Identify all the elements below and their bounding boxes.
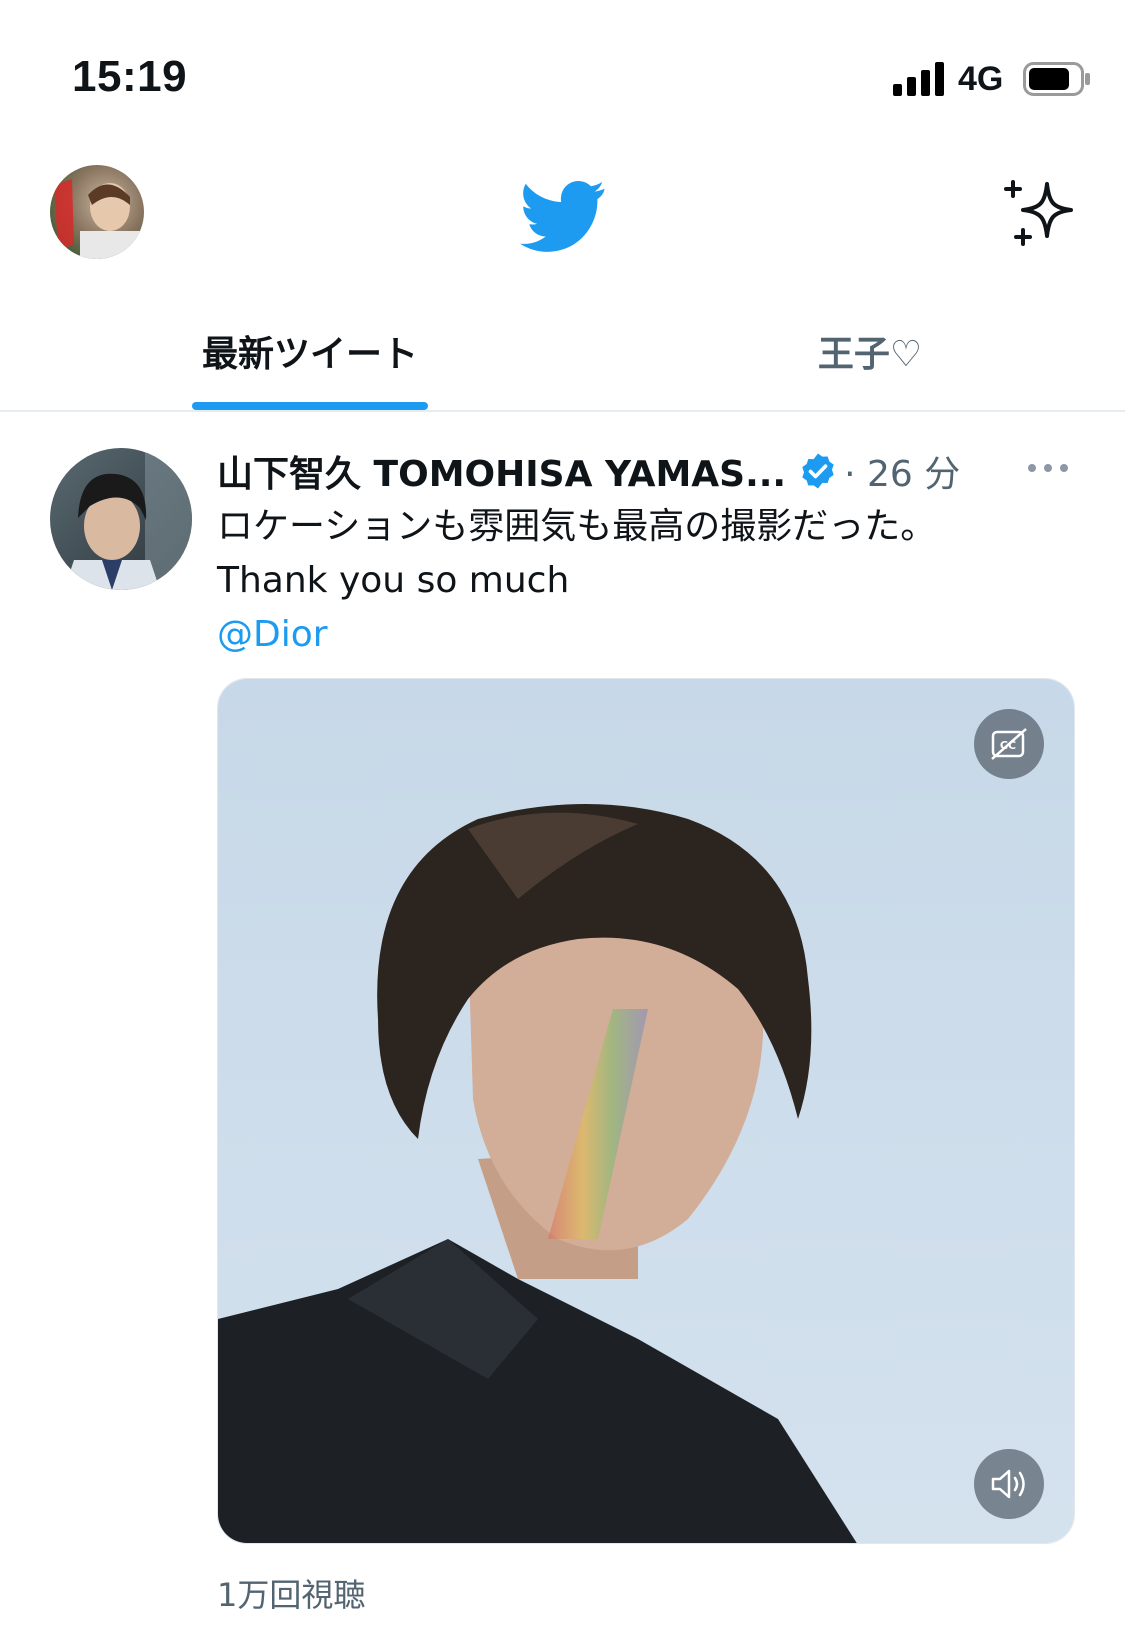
mention-link[interactable]: @Dior [217,608,1077,662]
verified-badge-icon [802,453,834,489]
tab-selected-indicator [192,402,428,410]
author-name[interactable]: 山下智久 TOMOHISA YAMAS... [217,445,786,497]
view-count: 1万回視聴 [217,1576,366,1614]
profile-avatar[interactable] [50,165,144,259]
timeline-tabs: 最新ツイート 王子♡ [0,290,1125,412]
tweet-text: ロケーションも雰囲気も最高の撮影だった。 Thank you so much @… [217,500,1077,662]
tweet-header: 山下智久 TOMOHISA YAMAS... · 26 分 [217,442,987,500]
sparkle-icon[interactable] [1003,178,1079,250]
network-label: 4G [958,60,1004,98]
closed-captions-button[interactable]: CC [974,709,1044,779]
signal-bars-icon [893,62,944,96]
author-photo [50,448,192,590]
tab-prince[interactable]: 王子♡ [760,290,980,412]
tweet-timestamp: · 26 分 [844,454,961,495]
video-frame [218,679,1074,1543]
tweet[interactable]: 山下智久 TOMOHISA YAMAS... · 26 分 ロケーションも雰囲気… [0,412,1125,1628]
battery-icon [1023,62,1090,96]
tweet-video[interactable]: CC [217,678,1075,1544]
status-bar: 15:19 4G [0,0,1125,150]
more-options-icon[interactable] [1026,458,1070,478]
tweet-text-line-2: Thank you so much [217,560,570,601]
volume-button[interactable] [974,1449,1044,1519]
author-avatar[interactable] [50,448,192,590]
status-time: 15:19 [72,52,188,101]
tweet-text-line-1: ロケーションも雰囲気も最高の撮影だった。 [217,506,937,547]
volume-icon [991,1469,1025,1499]
closed-captions-icon: CC [991,728,1027,760]
twitter-home-screen: 15:19 4G 最新ツイート 王子♡ 山下智久 TOMOHISA YAMAS.… [0,0,1125,1628]
profile-photo [50,165,144,259]
twitter-bird-icon[interactable] [520,180,606,252]
app-header [0,150,1125,280]
tab-latest-tweets[interactable]: 最新ツイート [190,290,430,412]
